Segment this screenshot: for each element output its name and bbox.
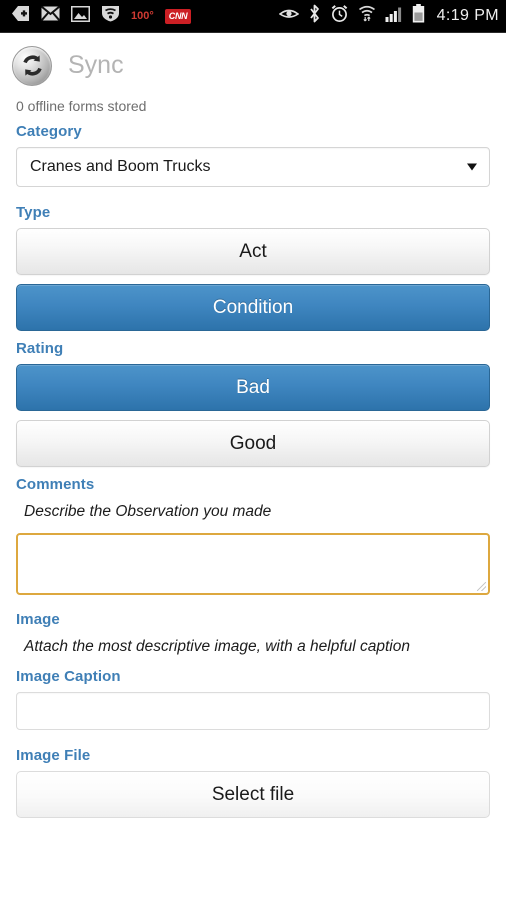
page-title: Sync — [68, 51, 124, 79]
select-file-button[interactable]: Select file — [16, 771, 490, 818]
image-help-text: Attach the most descriptive image, with … — [24, 638, 410, 655]
picture-icon — [70, 5, 91, 27]
type-button-group: Act Condition — [16, 228, 490, 331]
wifi-shield-icon — [101, 5, 120, 27]
comments-textarea[interactable] — [16, 533, 490, 595]
status-bar-left-icons: 100° CNN — [0, 5, 279, 27]
app-header: Sync — [0, 33, 506, 88]
type-option-condition[interactable]: Condition — [16, 284, 490, 331]
rating-option-good[interactable]: Good — [16, 420, 490, 467]
type-label: Type — [16, 204, 51, 221]
image-label: Image — [16, 611, 60, 628]
alarm-clock-icon — [330, 4, 349, 28]
cnn-news-badge: CNN — [164, 8, 192, 24]
rating-button-group: Bad Good — [16, 364, 490, 467]
category-select-wrapper[interactable]: Cranes and Boom Trucks — [16, 147, 490, 187]
bluetooth-icon — [308, 4, 321, 28]
eye-icon — [278, 7, 299, 25]
category-label: Category — [16, 123, 82, 140]
image-caption-input[interactable] — [16, 692, 490, 730]
tag-plus-icon — [11, 5, 30, 27]
envelope-icon — [40, 5, 61, 26]
signal-bars-icon — [385, 6, 403, 27]
rating-label: Rating — [16, 340, 64, 357]
comments-label: Comments — [16, 476, 95, 493]
status-bar-clock: 4:19 PM — [436, 7, 499, 24]
image-caption-label: Image Caption — [16, 668, 121, 685]
resize-handle-icon[interactable] — [477, 582, 486, 591]
status-bar-right-icons: 4:19 PM — [278, 4, 506, 28]
battery-icon — [412, 4, 425, 28]
offline-forms-status: 0 offline forms stored — [16, 98, 147, 114]
wifi-icon — [358, 5, 376, 27]
status-bar: 100° CNN 4:19 PM — [0, 0, 506, 33]
category-select[interactable]: Cranes and Boom Trucks — [16, 147, 490, 187]
temperature-indicator: 100° — [131, 9, 154, 22]
rating-option-bad[interactable]: Bad — [16, 364, 490, 411]
form-content: 0 offline forms stored Category Cranes a… — [0, 98, 506, 818]
image-file-label: Image File — [16, 747, 91, 764]
type-option-act[interactable]: Act — [16, 228, 490, 275]
comments-help-text: Describe the Observation you made — [24, 503, 272, 520]
sync-icon[interactable] — [12, 45, 52, 86]
